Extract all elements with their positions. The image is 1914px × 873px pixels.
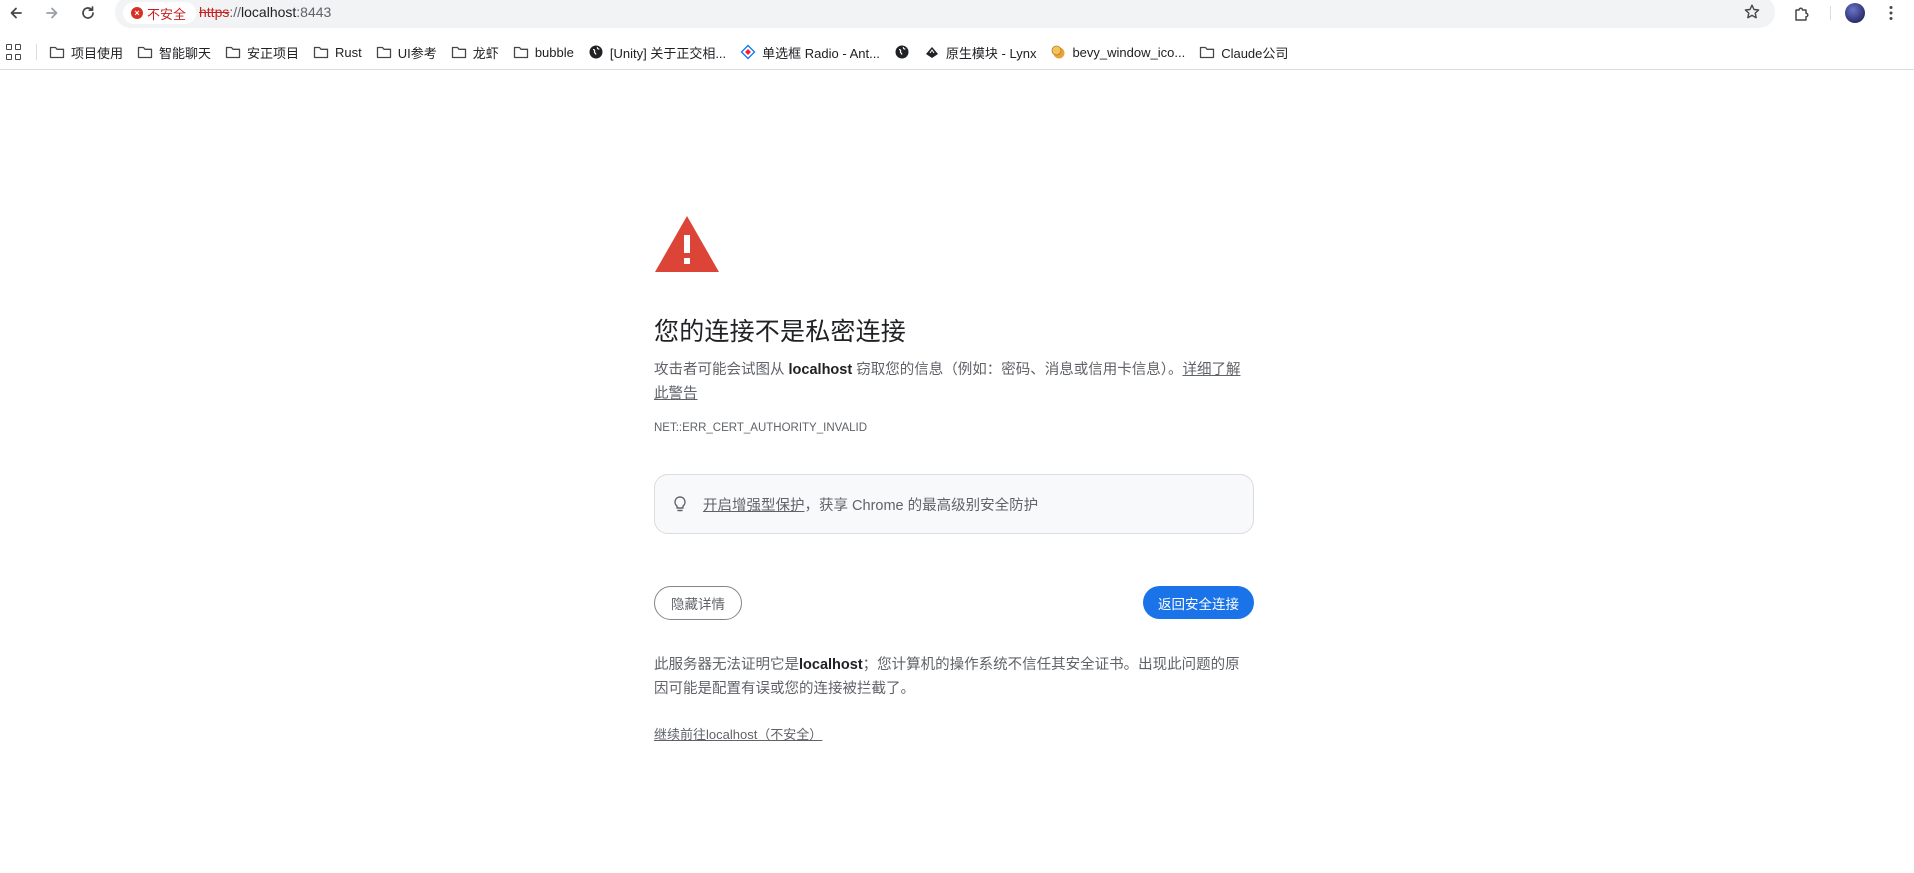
url-host: localhost (241, 4, 297, 20)
antd-icon (740, 44, 756, 60)
bookmarks-bar: 项目使用 智能聊天 安正项目 Rust UI参考 龙虾 bubble [Unity] 关于正交… (0, 36, 1914, 68)
url-protocol: https (199, 4, 230, 20)
desc-suffix: 窃取您的信息（例如：密码、消息或信用卡信息）。 (852, 362, 1183, 378)
toolbar-bottom-border (0, 69, 1914, 70)
bookmark-label: 单选框 Radio - Ant... (762, 45, 880, 61)
extensions-button[interactable] (1791, 2, 1813, 24)
avatar (1845, 3, 1865, 23)
browser-toolbar: × 不安全 https://localhost:8443 (0, 0, 1914, 28)
bookmark-item[interactable]: bevy_window_ico... (1050, 40, 1185, 64)
bookmark-item[interactable]: [Unity] 关于正交相... (588, 40, 726, 64)
enhanced-protection-rest: ，获享 Chrome 的最高级别安全防护 (804, 497, 1039, 514)
folder-icon (513, 46, 528, 59)
apps-grid-icon[interactable] (6, 44, 22, 60)
lynx-icon (925, 47, 938, 58)
folder-icon (451, 46, 466, 59)
url-text[interactable]: https://localhost:8443 (199, 4, 331, 20)
folder-icon (49, 46, 65, 59)
globe-icon (895, 45, 909, 59)
bookmark-star-icon[interactable] (1743, 3, 1761, 21)
bookmarks-divider (36, 44, 37, 60)
arrow-left-icon (10, 7, 22, 19)
forward-button[interactable] (40, 1, 64, 25)
not-secure-icon: × (131, 7, 143, 19)
bookmark-item[interactable] (894, 40, 910, 64)
proceed-unsafe-link[interactable]: 继续前往localhost（不安全） (654, 724, 822, 743)
bookmark-label: Rust (335, 44, 362, 60)
bookmark-label: 龙虾 (472, 45, 499, 61)
enhanced-protection-text: 开启增强型保护，获享 Chrome 的最高级别安全防护 (703, 494, 1038, 515)
details-prefix: 此服务器无法证明它是 (654, 657, 799, 673)
bookmark-item[interactable]: 项目使用 (49, 40, 123, 64)
details-text: 此服务器无法证明它是localhost；您计算机的操作系统不信任其安全证书。出现… (654, 653, 1254, 701)
error-code: NET::ERR_CERT_AUTHORITY_INVALID (654, 422, 868, 434)
bookmark-item[interactable]: 龙虾 (451, 40, 499, 64)
bookmark-label: bubble (534, 44, 574, 60)
bookmark-item[interactable]: 智能聊天 (137, 40, 211, 64)
bookmark-item[interactable]: Claude公司 (1199, 40, 1288, 64)
folder-icon (137, 46, 153, 59)
folder-icon (313, 46, 329, 59)
bookmark-list: 项目使用 智能聊天 安正项目 Rust UI参考 龙虾 bubble [Unity] 关于正交… (49, 40, 1302, 64)
bookmark-label: [Unity] 关于正交相... (609, 45, 727, 61)
bookmark-item[interactable]: Rust (313, 40, 362, 64)
globe-icon (589, 45, 603, 59)
bookmark-item[interactable]: UI参考 (376, 40, 437, 64)
hide-details-button[interactable]: 隐藏详情 (654, 586, 742, 620)
more-vert-icon (1889, 6, 1893, 20)
bookmark-label: 原生模块 - Lynx (945, 45, 1037, 61)
bookmark-label: 项目使用 (71, 45, 124, 61)
address-bar[interactable]: × 不安全 https://localhost:8443 (115, 0, 1775, 28)
profile-button[interactable] (1844, 2, 1866, 24)
folder-icon (376, 46, 391, 59)
enhanced-protection-link[interactable]: 开启增强型保护 (703, 498, 805, 514)
menu-button[interactable] (1880, 2, 1902, 24)
coin-icon (1052, 45, 1065, 59)
url-separator: :// (229, 4, 242, 20)
folder-icon (1200, 46, 1215, 59)
desc-host: localhost (788, 362, 853, 378)
puzzle-icon (1795, 7, 1809, 21)
url-port: :8443 (296, 4, 332, 20)
bookmark-label: UI参考 (397, 45, 437, 61)
details-host: localhost (799, 657, 863, 673)
bookmark-label: bevy_window_ico... (1072, 44, 1186, 60)
bookmark-item[interactable]: bubble (513, 40, 574, 64)
security-indicator[interactable]: × 不安全 (123, 2, 197, 24)
warning-triangle-icon (655, 216, 719, 272)
security-label: 不安全 (147, 6, 187, 22)
page-title: 您的连接不是私密连接 (654, 318, 907, 346)
bookmark-label: 智能聊天 (159, 45, 212, 61)
reload-icon (82, 6, 94, 19)
reload-button[interactable] (76, 1, 100, 25)
bookmark-label: 安正项目 (247, 45, 300, 61)
warning-description: 攻击者可能会试图从 localhost 窃取您的信息（例如：密码、消息或信用卡信… (654, 358, 1254, 406)
bookmark-item[interactable]: 单选框 Radio - Ant... (740, 40, 880, 64)
bookmark-label: Claude公司 (1221, 45, 1289, 61)
folder-icon (225, 46, 241, 59)
desc-prefix: 攻击者可能会试图从 (654, 362, 789, 378)
lightbulb-icon (674, 496, 686, 512)
enhanced-protection-box: 开启增强型保护，获享 Chrome 的最高级别安全防护 (654, 474, 1254, 534)
back-button[interactable] (4, 1, 28, 25)
bookmark-item[interactable]: 安正项目 (225, 40, 299, 64)
bookmark-item[interactable]: 原生模块 - Lynx (924, 40, 1037, 64)
arrow-right-icon (46, 7, 58, 19)
toolbar-divider (1830, 6, 1831, 20)
back-to-safety-button[interactable]: 返回安全连接 (1143, 586, 1254, 619)
